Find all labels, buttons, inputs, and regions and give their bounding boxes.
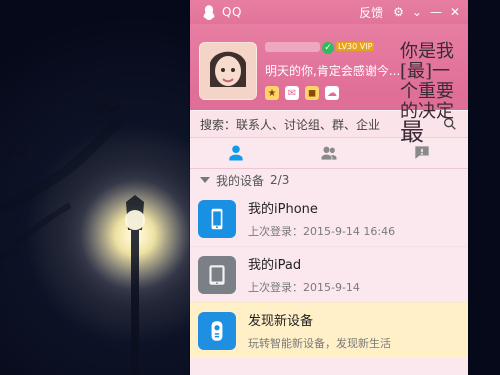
qq-logo-icon [203, 5, 215, 20]
message-icon [414, 146, 429, 159]
contacts-icon [229, 145, 243, 161]
vip-badge: VIP [359, 42, 373, 51]
device-group-label: 我的设备 [216, 173, 265, 188]
discover-text: 发现新设备 玩转智能新设备，发现新生活 [248, 310, 391, 351]
title-bar: QQ 反馈 ⚙ ⌄ — ✕ [190, 0, 468, 24]
wallet-icon[interactable]: ◼ [305, 86, 319, 100]
chevron-down-icon [200, 177, 210, 183]
device-last-login: 上次登录：2015-9-14 [248, 281, 360, 294]
profile-area: ✓ LV30 VIP 明天的你,肯定会感谢今... 你是我[最]一个重要的决定 … [190, 24, 468, 144]
search-input[interactable]: 搜索：联系人、讨论组、群、企业 [200, 116, 380, 133]
discover-sub: 玩转智能新设备，发现新生活 [248, 337, 391, 350]
device-name: 我的iPad [248, 258, 302, 273]
skin-icon[interactable]: ⚙ [393, 5, 404, 19]
online-status-icon: ✓ [322, 42, 334, 54]
discover-new-device[interactable]: 发现新设备 玩转智能新设备，发现新生活 [190, 302, 468, 358]
feedback-button[interactable]: 反馈 [359, 4, 383, 21]
tablet-icon [198, 255, 236, 294]
handwriting-text: 你是我[最]一个重要的决定 [400, 41, 454, 122]
mail-icon[interactable]: ✉ [285, 86, 299, 100]
avatar-face [200, 43, 256, 99]
device-item-text: 我的iPhone 上次登录：2015-9-14 16:46 [248, 198, 395, 239]
tab-contacts[interactable] [216, 142, 256, 164]
tab-groups[interactable] [309, 142, 349, 164]
nickname-blur [265, 42, 320, 52]
device-group-header[interactable]: 我的设备 2/3 [190, 169, 468, 191]
main-tabs [190, 138, 468, 168]
device-item-iphone[interactable]: 我的iPhone 上次登录：2015-9-14 16:46 [190, 191, 468, 246]
desktop-background [0, 0, 190, 375]
menu-icon[interactable]: ⌄ [412, 5, 422, 19]
close-icon[interactable]: ✕ [450, 5, 460, 19]
device-item-ipad[interactable]: 我的iPad 上次登录：2015-9-14 [190, 246, 468, 302]
device-item-text: 我的iPad 上次登录：2015-9-14 [248, 254, 360, 295]
phone-icon [198, 199, 236, 238]
app-title: QQ [222, 5, 242, 19]
minimize-icon[interactable]: — [430, 5, 442, 19]
weather-icon[interactable]: ☁ [325, 86, 339, 100]
star-icon[interactable]: ★ [265, 86, 279, 100]
level-badges: LV30 VIP [336, 42, 375, 51]
remote-icon [198, 311, 236, 350]
signature-text[interactable]: 明天的你,肯定会感谢今... [265, 62, 400, 79]
handwriting-overlay: 你是我[最]一个重要的决定 最 [400, 41, 468, 146]
handwriting-emphasis: 最 [400, 118, 424, 146]
profile-quick-icons: ★ ✉ ◼ ☁ [265, 86, 339, 100]
night-scene [0, 0, 190, 375]
device-group-count: 2/3 [270, 173, 290, 187]
device-last-login: 上次登录：2015-9-14 16:46 [248, 225, 396, 238]
qq-window: QQ 反馈 ⚙ ⌄ — ✕ ✓ LV30 VIP 明天的你,肯定会感谢今... … [190, 0, 468, 375]
level-badge: LV30 [338, 42, 358, 51]
device-name: 我的iPhone [248, 202, 318, 217]
group-icon [321, 146, 337, 160]
avatar[interactable] [199, 42, 257, 100]
discover-title: 发现新设备 [248, 314, 314, 329]
